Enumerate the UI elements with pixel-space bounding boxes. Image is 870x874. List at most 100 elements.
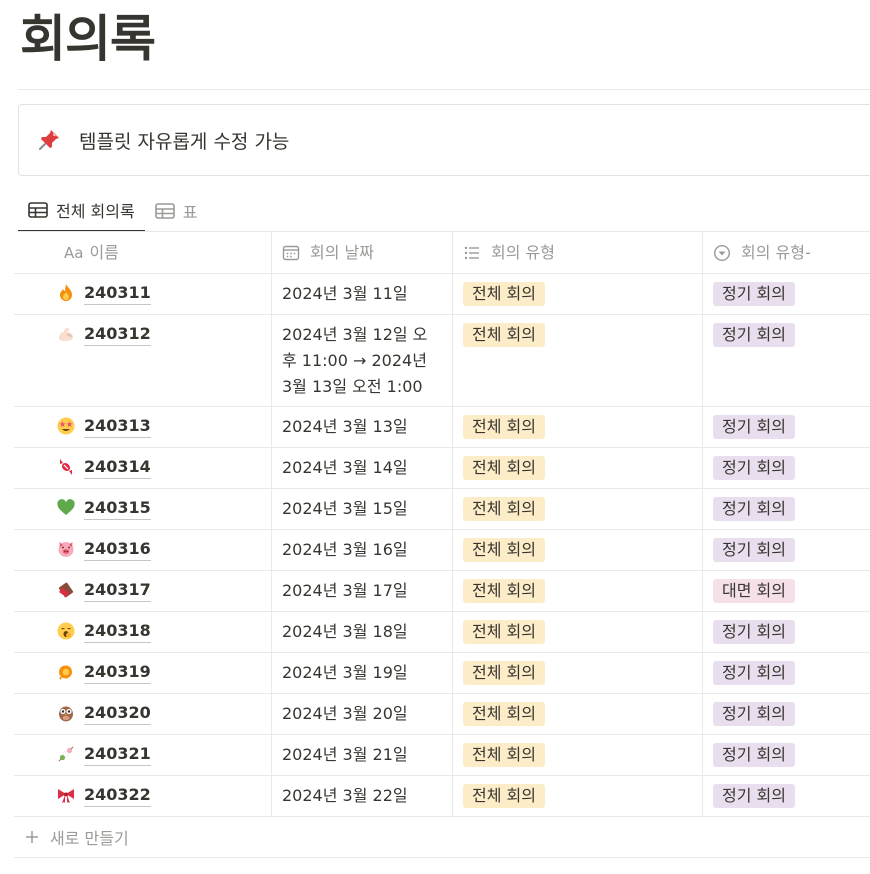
name-cell[interactable]: 240314 <box>14 448 272 488</box>
date-cell[interactable]: 2024년 3월 17일 <box>272 571 453 611</box>
table-row[interactable]: 240322 2024년 3월 22일 전체 회의 정기 회의 <box>14 776 870 817</box>
callout-text: 템플릿 자유롭게 수정 가능 <box>79 130 290 153</box>
column-label: 회의 날짜 <box>310 242 374 262</box>
type2-cell[interactable]: 정기 회의 <box>703 315 870 406</box>
date-cell[interactable]: 2024년 3월 15일 <box>272 489 453 529</box>
table-row[interactable]: 240315 2024년 3월 15일 전체 회의 정기 회의 <box>14 489 870 530</box>
date-cell[interactable]: 2024년 3월 13일 <box>272 407 453 447</box>
page: 회의록 템플릿 자유롭게 수정 가능 전체 회의록 표 Aa 이름 회의 날짜 … <box>0 0 870 874</box>
type-cell[interactable]: 전체 회의 <box>453 776 703 816</box>
page-link[interactable]: 240311 <box>84 282 151 305</box>
name-cell[interactable]: 240320 <box>14 694 272 734</box>
type2-cell[interactable]: 정기 회의 <box>703 489 870 529</box>
type2-tag: 정기 회의 <box>713 282 795 306</box>
type2-cell[interactable]: 정기 회의 <box>703 448 870 488</box>
date-cell[interactable]: 2024년 3월 16일 <box>272 530 453 570</box>
column-header-name[interactable]: Aa 이름 <box>14 232 272 273</box>
table-row[interactable]: 240316 2024년 3월 16일 전체 회의 정기 회의 <box>14 530 870 571</box>
name-cell[interactable]: 240318 <box>14 612 272 652</box>
date-cell[interactable]: 2024년 3월 18일 <box>272 612 453 652</box>
tab-table[interactable]: 표 <box>145 190 208 232</box>
page-link[interactable]: 240316 <box>84 538 151 561</box>
date-cell[interactable]: 2024년 3월 11일 <box>272 274 453 314</box>
date-cell[interactable]: 2024년 3월 21일 <box>272 735 453 775</box>
name-cell[interactable]: 240313 <box>14 407 272 447</box>
name-cell[interactable]: 240321 <box>14 735 272 775</box>
meeting-date: 2024년 3월 16일 <box>282 540 408 559</box>
table-row[interactable]: 240311 2024년 3월 11일 전체 회의 정기 회의 <box>14 274 870 315</box>
meeting-date: 2024년 3월 19일 <box>282 663 408 682</box>
type2-cell[interactable]: 대면 회의 <box>703 571 870 611</box>
name-cell[interactable]: 240322 <box>14 776 272 816</box>
type-cell[interactable]: 전체 회의 <box>453 612 703 652</box>
name-cell[interactable]: 240311 <box>14 274 272 314</box>
type-cell[interactable]: 전체 회의 <box>453 315 703 406</box>
name-cell[interactable]: 240317 <box>14 571 272 611</box>
fire-icon <box>60 284 72 301</box>
type-tag: 전체 회의 <box>463 497 545 521</box>
page-link[interactable]: 240314 <box>84 456 151 479</box>
date-cell[interactable]: 2024년 3월 19일 <box>272 653 453 693</box>
date-cell[interactable]: 2024년 3월 12일 오후 11:00 → 2024년 3월 13일 오전 … <box>272 315 453 406</box>
page-link[interactable]: 240313 <box>84 415 151 438</box>
type2-cell[interactable]: 정기 회의 <box>703 274 870 314</box>
type2-cell[interactable]: 정기 회의 <box>703 735 870 775</box>
type-cell[interactable]: 전체 회의 <box>453 274 703 314</box>
page-link[interactable]: 240321 <box>84 743 151 766</box>
table-row[interactable]: 240313 2024년 3월 13일 전체 회의 정기 회의 <box>14 407 870 448</box>
type2-cell[interactable]: 정기 회의 <box>703 776 870 816</box>
column-label: 이름 <box>89 242 119 262</box>
type-cell[interactable]: 전체 회의 <box>453 489 703 529</box>
meeting-date: 2024년 3월 14일 <box>282 458 408 477</box>
tab-label: 전체 회의록 <box>56 202 135 221</box>
meeting-date: 2024년 3월 15일 <box>282 499 408 518</box>
column-header-date[interactable]: 회의 날짜 <box>272 232 453 273</box>
type-cell[interactable]: 전체 회의 <box>453 571 703 611</box>
type-cell[interactable]: 전체 회의 <box>453 694 703 734</box>
name-cell[interactable]: 240319 <box>14 653 272 693</box>
table-row[interactable]: 240321 2024년 3월 21일 전체 회의 정기 회의 <box>14 735 870 776</box>
column-header-type2[interactable]: 회의 유형- <box>703 232 870 273</box>
green-heart-icon <box>57 499 75 515</box>
type2-tag: 정기 회의 <box>713 415 795 439</box>
table-row[interactable]: 240319 2024년 3월 19일 전체 회의 정기 회의 <box>14 653 870 694</box>
type-cell[interactable]: 전체 회의 <box>453 735 703 775</box>
view-tabs: 전체 회의록 표 <box>18 190 207 232</box>
new-row-button[interactable]: 새로 만들기 <box>14 817 870 858</box>
type-cell[interactable]: 전체 회의 <box>453 448 703 488</box>
type2-cell[interactable]: 정기 회의 <box>703 694 870 734</box>
type-tag: 전체 회의 <box>463 702 545 726</box>
type2-cell[interactable]: 정기 회의 <box>703 407 870 447</box>
page-link[interactable]: 240319 <box>84 661 151 684</box>
table-row[interactable]: 240314 2024년 3월 14일 전체 회의 정기 회의 <box>14 448 870 489</box>
table-row[interactable]: 240317 2024년 3월 17일 전체 회의 대면 회의 <box>14 571 870 612</box>
type-cell[interactable]: 전체 회의 <box>453 653 703 693</box>
callout[interactable]: 템플릿 자유롭게 수정 가능 <box>18 104 870 176</box>
page-link[interactable]: 240312 <box>84 323 151 346</box>
type2-cell[interactable]: 정기 회의 <box>703 612 870 652</box>
page-link[interactable]: 240315 <box>84 497 151 520</box>
tab-all-meetings[interactable]: 전체 회의록 <box>18 190 145 232</box>
type-cell[interactable]: 전체 회의 <box>453 530 703 570</box>
name-cell[interactable]: 240312 <box>14 315 272 406</box>
date-cell[interactable]: 2024년 3월 14일 <box>272 448 453 488</box>
type2-tag: 정기 회의 <box>713 702 795 726</box>
type2-cell[interactable]: 정기 회의 <box>703 653 870 693</box>
table-header: Aa 이름 회의 날짜 회의 유형 회의 유형- <box>14 232 870 274</box>
table-row[interactable]: 240318 2024년 3월 18일 전체 회의 정기 회의 <box>14 612 870 653</box>
page-link[interactable]: 240318 <box>84 620 151 643</box>
page-link[interactable]: 240320 <box>84 702 151 725</box>
date-cell[interactable]: 2024년 3월 20일 <box>272 694 453 734</box>
type-cell[interactable]: 전체 회의 <box>453 407 703 447</box>
table-row[interactable]: 240320 2024년 3월 20일 전체 회의 정기 회의 <box>14 694 870 735</box>
name-cell[interactable]: 240315 <box>14 489 272 529</box>
page-link[interactable]: 240322 <box>84 784 151 807</box>
name-cell[interactable]: 240316 <box>14 530 272 570</box>
date-cell[interactable]: 2024년 3월 22일 <box>272 776 453 816</box>
type2-cell[interactable]: 정기 회의 <box>703 530 870 570</box>
type2-tag: 대면 회의 <box>713 579 795 603</box>
column-header-type[interactable]: 회의 유형 <box>453 232 703 273</box>
table-row[interactable]: 240312 2024년 3월 12일 오후 11:00 → 2024년 3월 1… <box>14 315 870 407</box>
type-tag: 전체 회의 <box>463 323 545 347</box>
page-link[interactable]: 240317 <box>84 579 151 602</box>
